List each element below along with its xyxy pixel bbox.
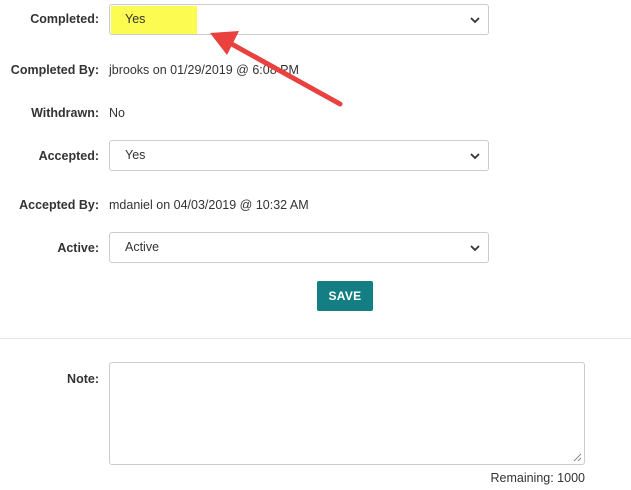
completed-label: Completed: — [30, 12, 99, 26]
section-divider — [0, 338, 631, 339]
withdrawn-label: Withdrawn: — [31, 106, 99, 120]
completed-select[interactable]: Yes — [109, 4, 489, 35]
accepted-select-value: Yes — [125, 148, 146, 162]
withdrawn-value: No — [109, 106, 125, 120]
remaining-count: Remaining: 1000 — [490, 471, 585, 485]
accepted-label: Accepted: — [38, 149, 99, 163]
completed-by-value: jbrooks on 01/29/2019 @ 6:08 PM — [109, 63, 299, 77]
completed-by-label: Completed By: — [10, 63, 99, 77]
resize-handle-icon[interactable] — [572, 452, 582, 462]
active-select[interactable]: Active — [109, 232, 489, 263]
highlight-marker — [111, 6, 197, 34]
note-label: Note: — [67, 372, 99, 386]
active-select-value: Active — [125, 240, 160, 254]
accepted-by-value: mdaniel on 04/03/2019 @ 10:32 AM — [109, 198, 309, 212]
completed-select-value: Yes — [125, 12, 146, 26]
chevron-down-icon — [470, 17, 480, 24]
active-label: Active: — [57, 241, 99, 255]
accepted-by-label: Accepted By: — [19, 198, 99, 212]
save-button[interactable]: SAVE — [317, 281, 373, 311]
chevron-down-icon — [470, 153, 480, 160]
chevron-down-icon — [470, 245, 480, 252]
note-textarea[interactable] — [109, 362, 585, 465]
accepted-select[interactable]: Yes — [109, 140, 489, 171]
